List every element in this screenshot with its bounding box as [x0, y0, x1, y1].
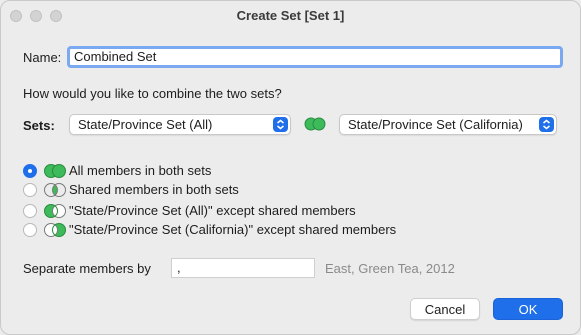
- ok-button[interactable]: OK: [493, 298, 563, 320]
- left-set-value: State/Province Set (All): [78, 117, 213, 132]
- zoom-window-button[interactable]: [50, 10, 62, 22]
- radio-button[interactable]: [23, 183, 37, 197]
- close-window-button[interactable]: [10, 10, 22, 22]
- name-input-value: Combined Set: [74, 49, 157, 64]
- name-input[interactable]: Combined Set: [67, 46, 563, 68]
- right-set-value: State/Province Set (California): [348, 117, 523, 132]
- name-label: Name:: [23, 50, 62, 65]
- union-icon: [43, 163, 67, 182]
- left-except-icon: [43, 203, 67, 222]
- option-label: "State/Province Set (California)" except…: [69, 222, 397, 237]
- chevron-updown-icon: [273, 117, 288, 132]
- left-set-select[interactable]: State/Province Set (All): [69, 114, 291, 135]
- separator-example: East, Green Tea, 2012: [325, 261, 455, 276]
- sets-label: Sets:: [23, 118, 55, 133]
- option-label: Shared members in both sets: [69, 182, 239, 197]
- right-set-select[interactable]: State/Province Set (California): [339, 114, 557, 135]
- option-label: All members in both sets: [69, 163, 212, 178]
- radio-button[interactable]: [23, 204, 37, 218]
- combine-question: How would you like to combine the two se…: [23, 86, 282, 101]
- window-title: Create Set [Set 1]: [236, 8, 345, 23]
- radio-button[interactable]: [23, 223, 37, 237]
- separator-input-value: ,: [177, 260, 181, 275]
- separator-label: Separate members by: [23, 261, 151, 276]
- intersection-icon: [43, 182, 67, 201]
- create-set-dialog: Create Set [Set 1] Name: Combined Set Ho…: [0, 0, 581, 335]
- venn-union-icon: [304, 117, 326, 134]
- title-bar: Create Set [Set 1]: [1, 1, 580, 32]
- right-except-icon: [43, 222, 67, 241]
- minimize-window-button[interactable]: [30, 10, 42, 22]
- radio-button[interactable]: [23, 164, 37, 178]
- option-label: "State/Province Set (All)" except shared…: [69, 203, 356, 218]
- chevron-updown-icon: [539, 117, 554, 132]
- cancel-button[interactable]: Cancel: [410, 298, 480, 320]
- separator-input[interactable]: ,: [171, 258, 315, 278]
